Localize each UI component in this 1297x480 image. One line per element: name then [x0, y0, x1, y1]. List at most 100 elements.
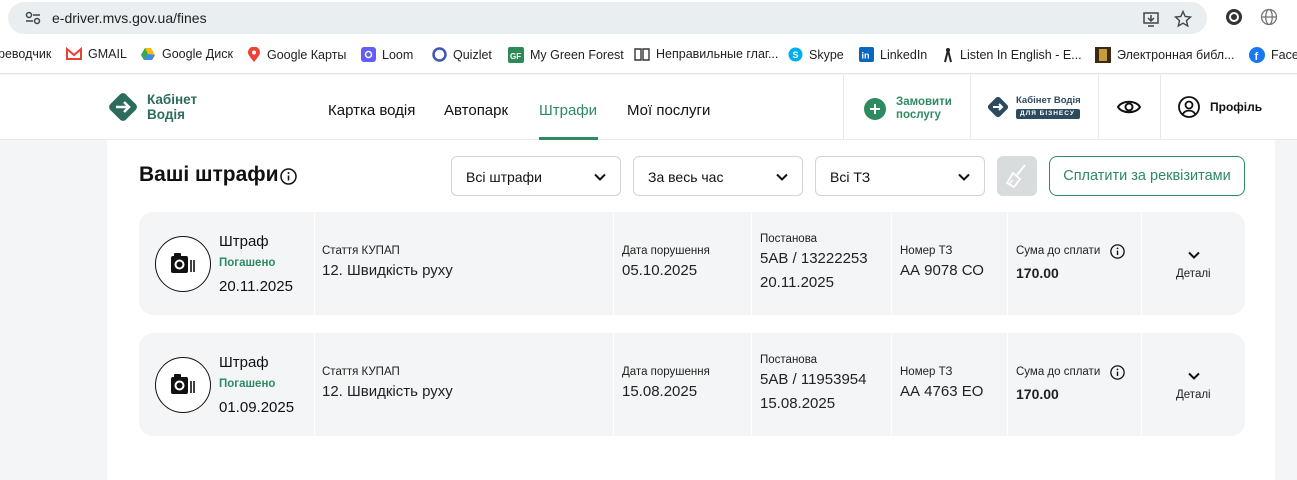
bookmarks-bar: реводчик GMAIL Google Диск Google Карты … [0, 37, 1297, 74]
bookmark-facebook[interactable]: f Faceb [1249, 47, 1297, 63]
gmail-icon [66, 47, 82, 60]
bookmark-linkedin[interactable]: in LinkedIn [859, 47, 927, 62]
vehicle-filter-value: Всі ТЗ [830, 169, 871, 185]
violation-date-label: Дата порушення [622, 245, 710, 257]
plus-circle-icon [864, 98, 886, 120]
divider [1098, 75, 1099, 140]
details-button[interactable]: Деталі [1176, 268, 1211, 280]
nav-my-services[interactable]: Мої послуги [627, 102, 710, 119]
profile-button[interactable]: Профіль [1178, 96, 1262, 118]
business-logo-title: Кабінет Водія [1016, 95, 1081, 106]
chevron-down-icon[interactable] [1187, 369, 1201, 383]
page-title: Ваші штрафи [139, 163, 279, 186]
period-filter-value: За весь час [648, 169, 724, 185]
decree-number: 5АВ / 13222253 [760, 250, 868, 267]
book-icon [634, 48, 650, 61]
svg-text:GF: GF [510, 52, 521, 61]
chevron-down-icon[interactable] [1187, 248, 1201, 262]
nav-fleet[interactable]: Автопарк [444, 102, 508, 119]
chevron-down-icon [594, 173, 606, 181]
bookmark-loom[interactable]: Loom [361, 47, 413, 62]
article-value: 12. Швидкість руху [322, 383, 453, 400]
speed-camera-icon [155, 357, 211, 413]
decree-date: 20.11.2025 [760, 274, 834, 291]
chevron-down-icon [776, 173, 788, 181]
column-divider [1007, 333, 1008, 436]
logo-text: Кабінет Водія [147, 92, 198, 122]
fine-type: Штраф [219, 233, 269, 250]
extension-icon[interactable] [1225, 8, 1243, 26]
pay-by-requisites-button[interactable]: Сплатити за реквізитами [1049, 156, 1245, 196]
globe-icon[interactable] [1260, 8, 1278, 26]
green-forest-icon: GF [508, 47, 524, 63]
column-divider [891, 212, 892, 315]
url-text[interactable]: e-driver.mvs.gov.ua/fines [52, 10, 207, 26]
amount-value: 170.00 [1016, 265, 1059, 281]
divider [970, 75, 971, 140]
amount-info-icon[interactable] [1110, 365, 1125, 380]
clear-filters-button[interactable] [997, 156, 1037, 196]
status-filter-select[interactable]: Всі штрафи [451, 156, 621, 196]
eye-icon[interactable] [1117, 96, 1141, 118]
google-drive-icon [141, 48, 155, 60]
bookmark-listen-in-english[interactable]: Listen In English - E... [942, 47, 1082, 63]
amount-value: 170.00 [1016, 386, 1059, 402]
install-app-icon[interactable] [1142, 10, 1160, 28]
article-label: Стаття КУПАП [322, 245, 400, 257]
plate-value: АА 4763 ЕО [900, 383, 984, 400]
quizlet-icon [432, 47, 447, 62]
divider [843, 75, 844, 140]
logo[interactable]: Кабінет Водія [107, 91, 217, 123]
decree-number: 5АВ / 11953954 [760, 371, 867, 388]
plate-label: Номер ТЗ [900, 245, 953, 257]
bookmark-google-drive[interactable]: Google Диск [140, 47, 233, 61]
violation-date-label: Дата порушення [622, 366, 710, 378]
svg-text:in: in [862, 51, 870, 61]
amount-label: Сума до сплати [1016, 245, 1101, 257]
column-divider [1141, 333, 1142, 436]
decree-label: Постанова [760, 354, 818, 366]
broom-icon [1005, 164, 1026, 189]
vehicle-filter-select[interactable]: Всі ТЗ [815, 156, 985, 196]
bookmark-gmail[interactable]: GMAIL [66, 47, 127, 61]
linkedin-icon: in [859, 47, 874, 62]
decree-label: Постанова [760, 233, 818, 245]
bookmark-electronic-library[interactable]: Электронная библ... [1095, 47, 1235, 63]
chevron-down-icon [958, 173, 970, 181]
fine-date: 20.11.2025 [219, 278, 293, 295]
bookmark-google-maps[interactable]: Google Карты [247, 47, 346, 63]
bookmark-quizlet[interactable]: Quizlet [432, 47, 492, 62]
details-button[interactable]: Деталі [1176, 389, 1211, 401]
business-cabinet-logo[interactable]: Кабінет Водія ДЛЯ БІЗНЕСУ [987, 95, 1082, 126]
address-bar[interactable]: e-driver.mvs.gov.ua/fines [8, 2, 1207, 34]
listen-icon [944, 48, 952, 63]
bookmark-irregular-verbs[interactable]: Неправильные глаг... [634, 47, 778, 61]
svg-text:f: f [1255, 51, 1259, 63]
logo-arrow-icon [109, 93, 137, 121]
order-service-button[interactable]: Замовити послугу [864, 96, 956, 122]
nav-fines[interactable]: Штрафи [539, 102, 597, 119]
library-icon [1095, 47, 1111, 63]
speed-camera-icon [155, 236, 211, 292]
site-header: Кабінет Водія Картка водія Автопарк Штра… [0, 75, 1297, 140]
bookmark-star-icon[interactable] [1174, 10, 1192, 28]
divider [1160, 75, 1161, 140]
bookmark-skype[interactable]: S Skype [788, 47, 844, 62]
site-settings-icon[interactable] [25, 11, 41, 25]
decree-date: 15.08.2025 [760, 395, 836, 412]
fine-card: Штраф Погашено 01.09.2025 Стаття КУПАП 1… [139, 333, 1245, 436]
google-maps-icon [248, 47, 260, 62]
bookmark-translate[interactable]: реводчик [0, 47, 51, 61]
period-filter-select[interactable]: За весь час [633, 156, 803, 196]
fine-status-badge: Погашено [219, 378, 276, 390]
column-divider [751, 212, 752, 315]
bookmark-my-green-forest[interactable]: GF My Green Forest [508, 47, 624, 63]
article-value: 12. Швидкість руху [322, 262, 453, 279]
svg-text:S: S [793, 50, 799, 60]
info-icon[interactable] [280, 168, 297, 185]
skype-icon: S [788, 47, 803, 62]
nav-driver-card[interactable]: Картка водія [328, 102, 415, 119]
amount-label: Сума до сплати [1016, 366, 1101, 378]
amount-info-icon[interactable] [1110, 244, 1125, 259]
plate-label: Номер ТЗ [900, 366, 953, 378]
